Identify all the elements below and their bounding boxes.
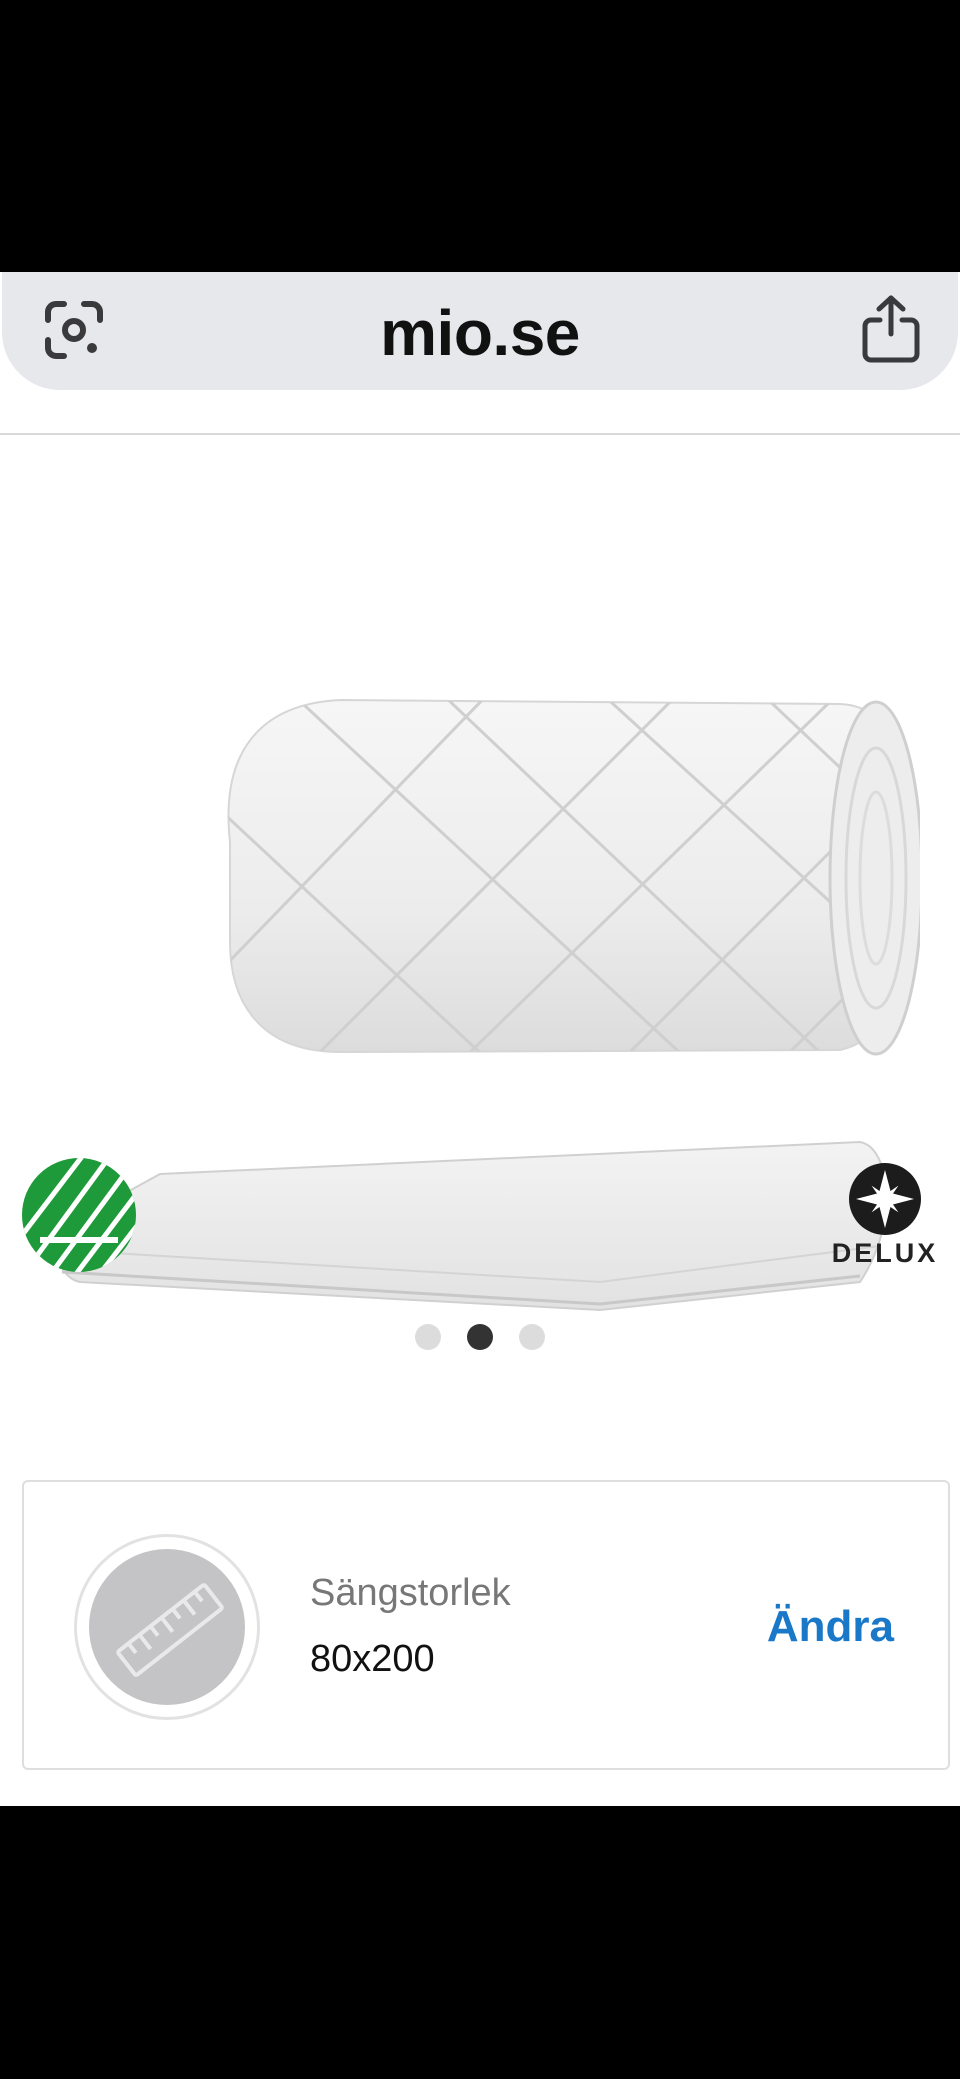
status-area	[0, 0, 960, 272]
size-icon-badge	[74, 1534, 260, 1720]
carousel-dot-1[interactable]	[415, 1324, 441, 1350]
delux-logo: DELUX	[820, 1162, 950, 1282]
carousel-dot-3[interactable]	[519, 1324, 545, 1350]
ruler-icon	[116, 1583, 224, 1677]
product-image[interactable]	[40, 582, 920, 1342]
url-domain[interactable]: mio.se	[2, 296, 958, 370]
size-value: 80x200	[310, 1638, 435, 1680]
address-bar[interactable]: mio.se	[2, 272, 958, 390]
size-label: Sängstorlek	[310, 1572, 511, 1614]
web-page: mio.se DELUX Sängstorlek 80x200 Ändra	[0, 272, 960, 1806]
header-divider	[0, 433, 960, 435]
delux-logo-text: DELUX	[831, 1238, 939, 1268]
delux-star-icon	[849, 1163, 921, 1235]
size-selector-card[interactable]: Sängstorlek 80x200 Ändra	[22, 1480, 950, 1770]
nordic-swan-ecolabel-icon	[22, 1158, 136, 1272]
carousel-dot-2[interactable]	[467, 1324, 493, 1350]
share-icon[interactable]	[860, 294, 922, 364]
change-size-button[interactable]: Ändra	[767, 1602, 894, 1652]
bottom-area	[0, 1806, 960, 2079]
carousel-indicator[interactable]	[0, 1324, 960, 1350]
